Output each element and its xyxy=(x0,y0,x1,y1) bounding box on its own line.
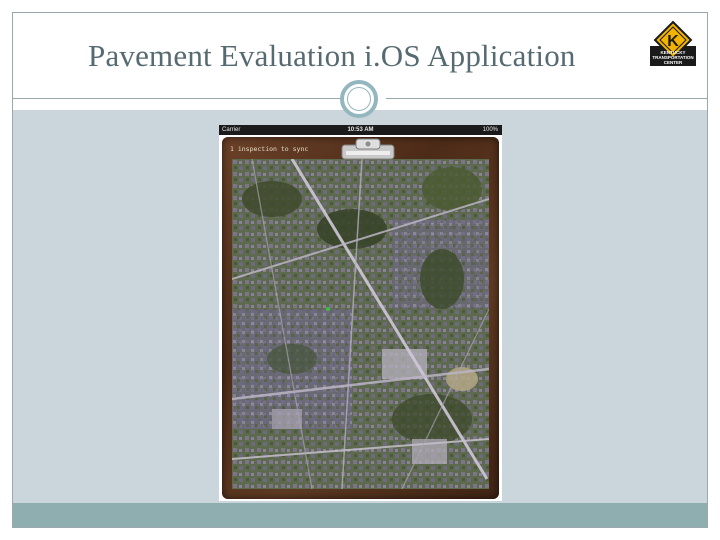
logo-text: KENTUCKY TRANSPORTATION CENTER xyxy=(652,50,694,65)
footer-bar xyxy=(13,503,707,527)
sync-status-label[interactable]: 1 inspection to sync xyxy=(230,145,308,153)
slide-title: Pavement Evaluation i.OS Application xyxy=(88,38,576,73)
status-bar: Carrier 10:53 AM 100% xyxy=(219,125,502,135)
title-divider-right xyxy=(386,98,708,99)
decorative-ring-icon xyxy=(340,80,378,118)
status-time: 10:53 AM xyxy=(347,127,374,133)
svg-text:K: K xyxy=(667,33,679,50)
clipboard-clip-icon xyxy=(336,137,400,162)
kentucky-transportation-logo-icon: K KENTUCKY TRANSPORTATION CENTER xyxy=(650,20,696,74)
satellite-map-icon[interactable] xyxy=(232,159,489,489)
clipboard-board: 1 inspection to sync xyxy=(222,137,499,499)
title-divider-left xyxy=(12,98,340,99)
ipad-screenshot: Carrier 10:53 AM 100% 1 inspection to sy… xyxy=(219,125,502,501)
battery-label: 100% xyxy=(482,127,498,133)
